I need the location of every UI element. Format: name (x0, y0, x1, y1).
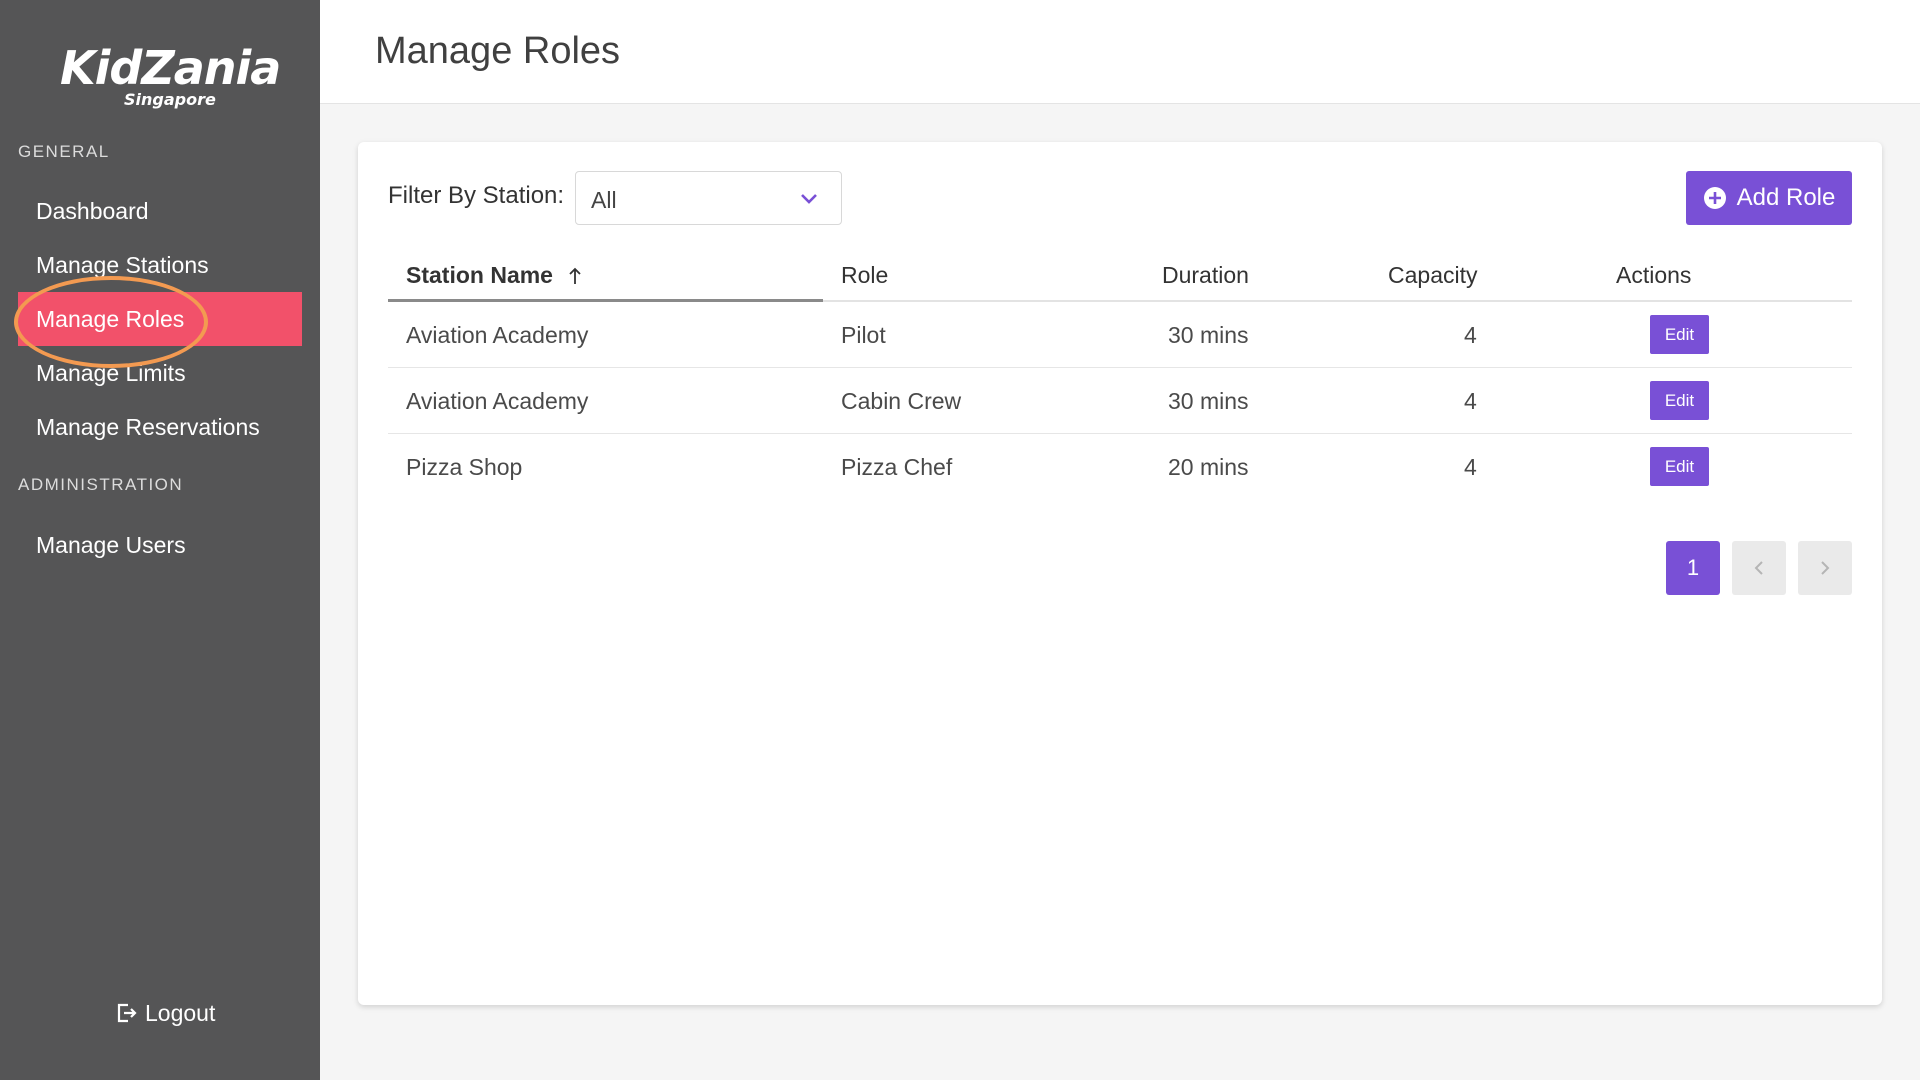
pagination-next-button[interactable] (1798, 541, 1852, 595)
page-header: Manage Roles (320, 0, 1920, 104)
cell-duration: 30 mins (1168, 322, 1249, 348)
edit-button[interactable]: Edit (1650, 381, 1709, 420)
sidebar-item-dashboard[interactable]: Dashboard (18, 184, 302, 238)
edit-button[interactable]: Edit (1650, 447, 1709, 486)
cell-duration: 30 mins (1168, 388, 1249, 414)
sidebar-item-manage-limits[interactable]: Manage Limits (18, 346, 302, 400)
add-role-button[interactable]: Add Role (1686, 171, 1852, 225)
logout-button[interactable]: Logout (115, 994, 215, 1032)
arrow-up-icon (569, 267, 581, 284)
chevron-left-icon (1754, 561, 1763, 575)
sidebar-item-manage-stations[interactable]: Manage Stations (18, 238, 302, 292)
add-role-label: Add Role (1736, 184, 1836, 211)
sidebar-item-manage-reservations[interactable]: Manage Reservations (18, 400, 302, 454)
sidebar-item-manage-users[interactable]: Manage Users (18, 518, 302, 572)
section-label-administration: ADMINISTRATION (18, 475, 184, 494)
edit-button[interactable]: Edit (1650, 315, 1709, 354)
sidebar-item-manage-roles[interactable]: Manage Roles (18, 292, 302, 346)
table-header: Station Name Role Duration Capacity Acti… (388, 246, 1852, 302)
pagination-prev-button[interactable] (1732, 541, 1786, 595)
cell-station: Pizza Shop (406, 454, 523, 480)
cell-capacity: 4 (1464, 322, 1477, 348)
logout-icon (117, 1003, 137, 1023)
table-row: Aviation Academy Pilot 30 mins 4 Edit (388, 302, 1852, 368)
cell-capacity: 4 (1464, 388, 1477, 414)
filter-selected-value: All (591, 187, 617, 213)
cell-role: Pizza Chef (841, 454, 953, 480)
cell-capacity: 4 (1464, 454, 1477, 480)
column-header-capacity[interactable]: Capacity (1388, 262, 1477, 289)
sidebar: KidZania Singapore GENERAL Dashboard Man… (0, 0, 320, 1080)
cell-role: Pilot (841, 322, 886, 348)
column-header-role[interactable]: Role (841, 262, 888, 289)
section-label-general: GENERAL (18, 142, 110, 161)
column-header-actions: Actions (1616, 262, 1692, 288)
filter-label: Filter By Station: (388, 182, 565, 209)
logo-subtext: Singapore (124, 90, 216, 109)
cell-station: Aviation Academy (406, 322, 589, 348)
cell-station: Aviation Academy (406, 388, 589, 414)
column-header-label: Station Name (406, 262, 553, 288)
table-row: Aviation Academy Cabin Crew 30 mins 4 Ed… (388, 368, 1852, 434)
roles-card: Filter By Station: All Add Role Station … (358, 142, 1882, 1005)
station-filter-select[interactable]: All (575, 171, 842, 225)
pagination-page-current[interactable]: 1 (1666, 541, 1720, 595)
cell-duration: 20 mins (1168, 454, 1249, 480)
logo-text: KidZania (60, 41, 281, 95)
plus-circle-icon (1703, 187, 1726, 209)
table-row: Pizza Shop Pizza Chef 20 mins 4 Edit (388, 434, 1852, 500)
kidzania-logo: KidZania Singapore (60, 42, 281, 112)
column-header-duration[interactable]: Duration (1162, 262, 1249, 289)
page-title: Manage Roles (375, 30, 621, 72)
chevron-right-icon (1821, 561, 1830, 575)
chevron-down-icon (801, 194, 817, 204)
logout-label: Logout (145, 999, 216, 1026)
cell-role: Cabin Crew (841, 388, 962, 414)
column-header-station-name[interactable]: Station Name (406, 262, 583, 289)
